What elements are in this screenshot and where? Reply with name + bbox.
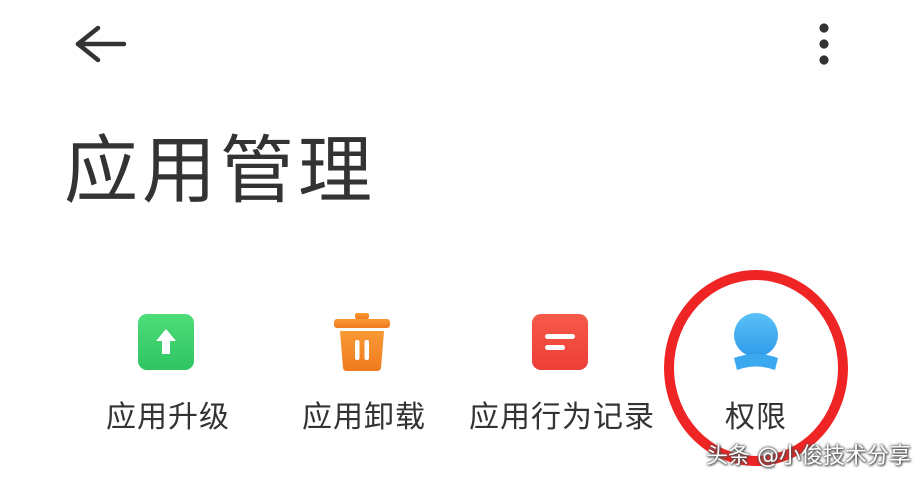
- action-grid: 应用升级 应用卸载 应用行为记录 权限: [0, 300, 923, 450]
- trash-icon: [332, 312, 392, 372]
- upgrade-arrow-icon: [136, 312, 196, 372]
- permission-label: 权限: [725, 400, 787, 435]
- app-management-screen: 应用管理 应用升级 应用卸载 应用行为记录 权限 头条 @小俊技术分享: [0, 0, 923, 483]
- app-upgrade-button[interactable]: 应用升级: [88, 300, 248, 450]
- app-behavior-record-button[interactable]: 应用行为记录: [460, 300, 664, 450]
- page-title: 应用管理: [64, 128, 376, 214]
- app-upgrade-label: 应用升级: [106, 400, 230, 435]
- record-list-icon: [530, 312, 590, 372]
- back-button[interactable]: [70, 22, 128, 66]
- app-behavior-record-label: 应用行为记录: [469, 400, 655, 435]
- more-options-button[interactable]: [808, 20, 840, 68]
- arrow-left-icon: [75, 25, 127, 63]
- permission-user-icon: [726, 312, 786, 372]
- permission-button[interactable]: 权限: [700, 300, 812, 450]
- app-uninstall-button[interactable]: 应用卸载: [284, 300, 444, 450]
- app-uninstall-label: 应用卸载: [302, 400, 426, 435]
- more-vertical-icon: [819, 23, 829, 65]
